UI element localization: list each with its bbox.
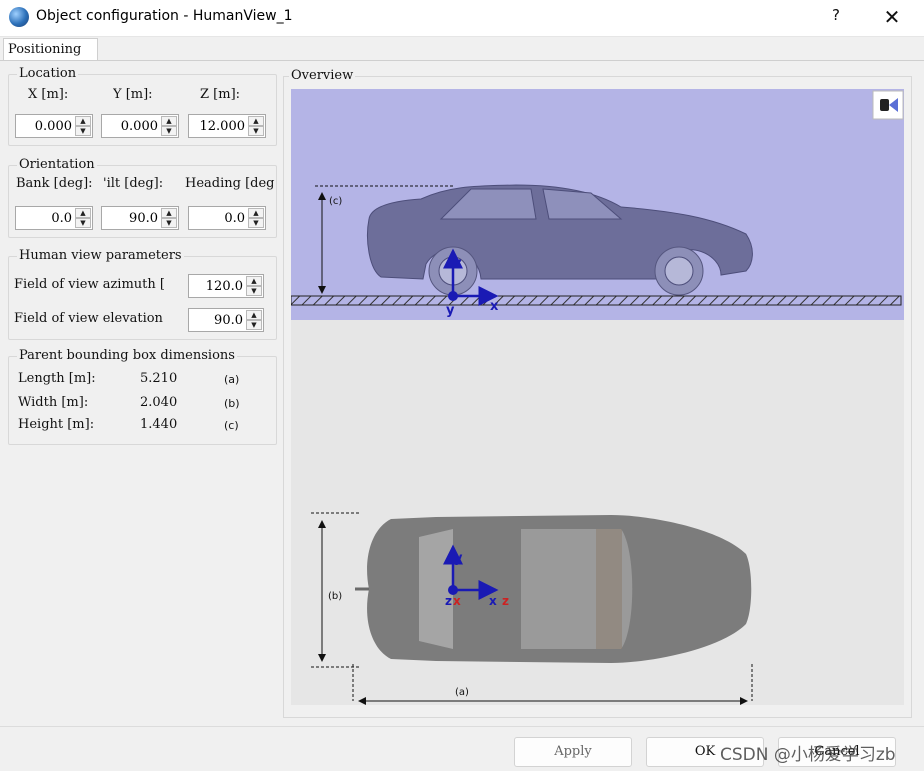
apply-button[interactable]: Apply [514,737,632,767]
location-title: Location [17,66,79,81]
length-value: 5.210 [140,371,178,386]
heading-up-arrow[interactable]: ▲ [248,208,264,218]
top-axis-x-left: x [453,594,461,608]
top-axis-z-right: z [502,594,509,608]
close-icon[interactable]: ✕ [878,4,906,30]
tab-positioning[interactable]: Positioning [3,38,98,60]
watermark-text: CSDN @小杨爱学习zb [720,745,896,765]
tilt-spinbox[interactable]: ▲▼ [101,206,179,230]
side-axis-y-label: y [446,303,455,318]
length-dim-label: (a) [455,687,469,698]
y-spinbox[interactable]: ▲▼ [101,114,179,138]
fov-azimuth-input[interactable] [189,275,245,297]
side-axis-origin [448,291,458,301]
bank-input[interactable] [16,207,74,229]
height-tag: (c) [224,419,239,432]
fov-azimuth-spinbox[interactable]: ▲▼ [188,274,264,298]
height-label: Height [m]: [18,417,95,432]
z-down-arrow[interactable]: ▼ [248,126,264,136]
x-up-arrow[interactable]: ▲ [75,116,91,126]
top-axis-z-left: z [445,594,452,608]
overview-canvas: (c) z x y (b) (a) y z x x z [290,89,904,705]
width-value: 2.040 [140,395,178,410]
side-axis-x-label: x [490,299,499,314]
x-label: X [m]: [28,87,69,102]
height-dim-label: (c) [329,196,342,207]
heading-down-arrow[interactable]: ▼ [248,218,264,228]
orientation-title: Orientation [17,157,97,172]
heading-input[interactable] [189,207,247,229]
human-view-title: Human view parameters [17,248,184,263]
top-axis-y-label: y [454,551,463,566]
y-input[interactable] [102,115,160,137]
window-title: Object configuration - HumanView_1 [36,8,293,24]
overview-title: Overview [289,68,356,83]
x-input[interactable] [16,115,74,137]
z-label: Z [m]: [200,87,241,102]
x-down-arrow[interactable]: ▼ [75,126,91,136]
y-label: Y [m]: [113,87,153,102]
fov-elevation-label: Field of view elevation [14,311,163,326]
fov-elevation-input[interactable] [189,309,245,331]
fov-azimuth-up-arrow[interactable]: ▲ [246,276,262,286]
width-tag: (b) [224,397,240,410]
fov-azimuth-down-arrow[interactable]: ▼ [246,286,262,296]
fov-azimuth-label: Field of view azimuth [ [14,277,165,292]
length-label: Length [m]: [18,371,96,386]
heading-spinbox[interactable]: ▲▼ [188,206,266,230]
globe-icon [9,7,29,27]
tilt-up-arrow[interactable]: ▲ [161,208,177,218]
camera-icon[interactable] [872,90,904,120]
fov-elevation-spinbox[interactable]: ▲▼ [188,308,264,332]
tilt-input[interactable] [102,207,160,229]
overview-viewport[interactable]: (c) z x y (b) (a) y z x x z [290,89,904,705]
y-up-arrow[interactable]: ▲ [161,116,177,126]
top-axis-x-right: x [489,594,497,608]
help-button[interactable]: ? [822,6,850,28]
bank-spinbox[interactable]: ▲▼ [15,206,93,230]
width-dim-label: (b) [328,591,342,602]
length-tag: (a) [224,373,240,386]
car-top-view [355,515,752,663]
height-value: 1.440 [140,417,178,432]
z-up-arrow[interactable]: ▲ [248,116,264,126]
fov-elevation-down-arrow[interactable]: ▼ [246,320,262,330]
width-label: Width [m]: [18,395,89,410]
bank-up-arrow[interactable]: ▲ [75,208,91,218]
y-down-arrow[interactable]: ▼ [161,126,177,136]
bank-down-arrow[interactable]: ▼ [75,218,91,228]
ground-hatch [290,295,902,306]
z-spinbox[interactable]: ▲▼ [188,114,266,138]
side-axis-z-label: z [454,256,462,271]
z-input[interactable] [189,115,247,137]
x-spinbox[interactable]: ▲▼ [15,114,93,138]
fov-elevation-up-arrow[interactable]: ▲ [246,310,262,320]
heading-label: Heading [deg [185,176,275,191]
title-bar: Object configuration - HumanView_1 ? ✕ [0,0,924,37]
bank-label: Bank [deg]: [16,176,93,191]
tilt-label: 'ilt [deg]: [103,176,164,191]
tilt-down-arrow[interactable]: ▼ [161,218,177,228]
bbox-title: Parent bounding box dimensions [17,348,237,363]
